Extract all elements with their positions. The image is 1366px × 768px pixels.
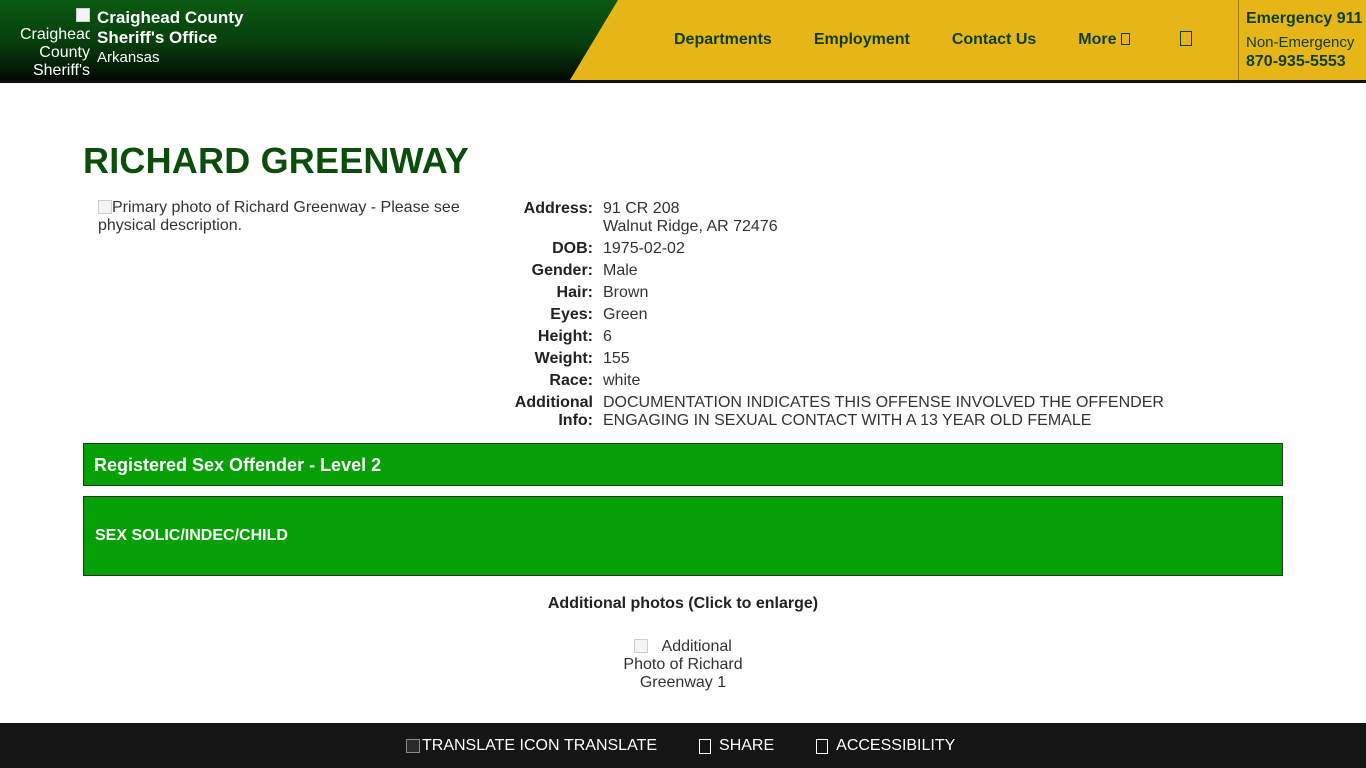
primary-photo-alt: Primary photo of Richard Greenway - Plea… xyxy=(98,199,460,234)
dob-value: 1975-02-02 xyxy=(603,240,685,257)
translate-label: TRANSLATE xyxy=(563,737,658,754)
translate-icon xyxy=(406,739,420,753)
gender-label: Gender: xyxy=(531,262,593,279)
offender-level-banner: Registered Sex Offender - Level 2 xyxy=(83,443,1283,486)
nav-more-label: More xyxy=(1078,31,1117,48)
brand-text[interactable]: Craighead County Sheriff's Office Arkans… xyxy=(97,8,297,68)
chevron-down-icon xyxy=(1120,33,1130,45)
non-emergency-label: Non-Emergency xyxy=(1246,34,1355,51)
additional-photos-heading: Additional photos (Click to enlarge) xyxy=(547,595,819,612)
search-icon[interactable] xyxy=(1180,31,1192,46)
broken-image-icon xyxy=(76,8,90,22)
weight-label: Weight: xyxy=(534,350,593,367)
detail-height: Height: 6 xyxy=(500,328,1200,346)
additional-info-line2: ENGAGING IN SEXUAL CONTACT WITH A 13 YEA… xyxy=(603,412,1092,429)
nav-contact-us[interactable]: Contact Us xyxy=(952,31,1036,49)
page-title: RICHARD GREENWAY xyxy=(83,140,469,181)
brand-panel xyxy=(0,0,618,80)
detail-race: Race: white xyxy=(500,372,1200,390)
offense-banner: SEX SOLIC/INDEC/CHILD xyxy=(83,496,1283,576)
org-name: Craighead County Sheriff's Office xyxy=(97,8,244,47)
translate-icon-alt: TRANSLATE ICON xyxy=(422,737,560,754)
logo-alt-text: Craighead County Sheriff's Office xyxy=(20,26,90,79)
share-icon xyxy=(699,738,712,754)
primary-photo: Primary photo of Richard Greenway - Plea… xyxy=(98,199,478,235)
race-value: white xyxy=(603,372,641,389)
dob-label: DOB: xyxy=(552,240,593,257)
race-label: Race: xyxy=(549,372,593,389)
additional-info-line1: DOCUMENTATION INDICATES THIS OFFENSE INV… xyxy=(603,394,1164,411)
sheriff-logo[interactable]: Craighead County Sheriff's Office xyxy=(20,8,90,80)
height-label: Height: xyxy=(537,328,593,345)
emergency-label[interactable]: Emergency 911 xyxy=(1246,9,1366,29)
hair-label: Hair: xyxy=(556,284,593,301)
accessibility-label: ACCESSIBILITY xyxy=(836,737,956,754)
additional-info-value: DOCUMENTATION INDICATES THIS OFFENSE INV… xyxy=(603,394,1164,430)
translate-button[interactable]: TRANSLATE ICON TRANSLATE xyxy=(406,737,657,755)
weight-value: 155 xyxy=(603,350,630,367)
address-value: 91 CR 208 Walnut Ridge, AR 72476 xyxy=(603,200,778,236)
broken-image-icon xyxy=(634,639,649,653)
detail-weight: Weight: 155 xyxy=(500,350,1200,368)
detail-eyes: Eyes: Green xyxy=(500,306,1200,324)
detail-hair: Hair: Brown xyxy=(500,284,1200,302)
accessibility-button[interactable]: ACCESSIBILITY xyxy=(816,737,955,755)
gender-value: Male xyxy=(603,262,638,279)
detail-additional-info: Additional Info: DOCUMENTATION INDICATES… xyxy=(500,394,1200,430)
broken-image-icon xyxy=(98,200,112,214)
footer-toolbar: TRANSLATE ICON TRANSLATE SHARE ACCESSIBI… xyxy=(0,723,1366,768)
site-header: Craighead County Sheriff's Office Craigh… xyxy=(0,0,1366,83)
detail-dob: DOB: 1975-02-02 xyxy=(500,240,1200,258)
hair-value: Brown xyxy=(603,284,649,301)
non-emergency-phone[interactable]: 870-935-5553 xyxy=(1246,53,1366,71)
offender-details: Address: 91 CR 208 Walnut Ridge, AR 7247… xyxy=(500,200,1200,434)
address-line1: 91 CR 208 xyxy=(603,200,680,217)
nav-employment[interactable]: Employment xyxy=(814,31,910,49)
detail-address: Address: 91 CR 208 Walnut Ridge, AR 7247… xyxy=(500,200,1200,236)
org-state: Arkansas xyxy=(97,49,160,66)
address-line2: Walnut Ridge, AR 72476 xyxy=(603,218,778,235)
eyes-value: Green xyxy=(603,306,648,323)
detail-gender: Gender: Male xyxy=(500,262,1200,280)
main-nav: Departments Employment Contact Us More xyxy=(674,29,1130,51)
share-button[interactable]: SHARE xyxy=(699,737,774,755)
additional-info-label-line2: Info: xyxy=(558,412,593,429)
additional-info-label: Additional Info: xyxy=(500,394,603,430)
share-label: SHARE xyxy=(719,737,775,754)
height-value: 6 xyxy=(603,328,612,345)
eyes-label: Eyes: xyxy=(550,306,593,323)
additional-photo-1[interactable]: Additional Photo of Richard Greenway 1 xyxy=(621,638,745,692)
footer-items: TRANSLATE ICON TRANSLATE SHARE ACCESSIBI… xyxy=(406,737,955,755)
address-label: Address: xyxy=(523,200,593,217)
nav-departments[interactable]: Departments xyxy=(674,31,772,49)
additional-info-label-line1: Additional xyxy=(514,394,593,411)
nav-more[interactable]: More xyxy=(1078,31,1130,49)
contact-panel: Emergency 911 Non-Emergency 870-935-5553 xyxy=(1238,0,1366,80)
accessibility-icon xyxy=(816,738,829,754)
